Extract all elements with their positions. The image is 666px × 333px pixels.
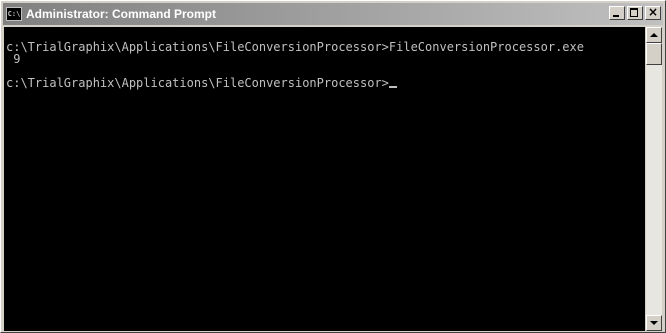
maximize-button[interactable] <box>627 6 643 20</box>
console-output[interactable]: c:\TrialGraphix\Applications\FileConvers… <box>4 27 645 331</box>
window-controls: × <box>607 5 661 20</box>
console-prompt: c:\TrialGraphix\Applications\FileConvers… <box>6 76 389 90</box>
console-prompt-line: c:\TrialGraphix\Applications\FileConvers… <box>6 77 397 89</box>
scroll-up-button[interactable] <box>646 27 662 43</box>
window-title: Administrator: Command Prompt <box>26 7 217 21</box>
console-line: 9 <box>6 52 21 66</box>
console-icon[interactable]: C:\ <box>6 7 22 21</box>
text-cursor <box>388 86 397 88</box>
title-bar[interactable]: C:\ Administrator: Command Prompt × <box>3 3 663 25</box>
scroll-down-button[interactable] <box>646 315 662 331</box>
vertical-scrollbar[interactable] <box>646 27 662 331</box>
close-icon: × <box>647 5 659 19</box>
scroll-thumb[interactable] <box>646 43 662 65</box>
command-prompt-window: C:\ Administrator: Command Prompt × c:\T… <box>0 0 666 333</box>
minimize-button[interactable] <box>609 6 625 20</box>
console-line: c:\TrialGraphix\Applications\FileConvers… <box>6 40 584 54</box>
close-button[interactable]: × <box>645 5 661 20</box>
